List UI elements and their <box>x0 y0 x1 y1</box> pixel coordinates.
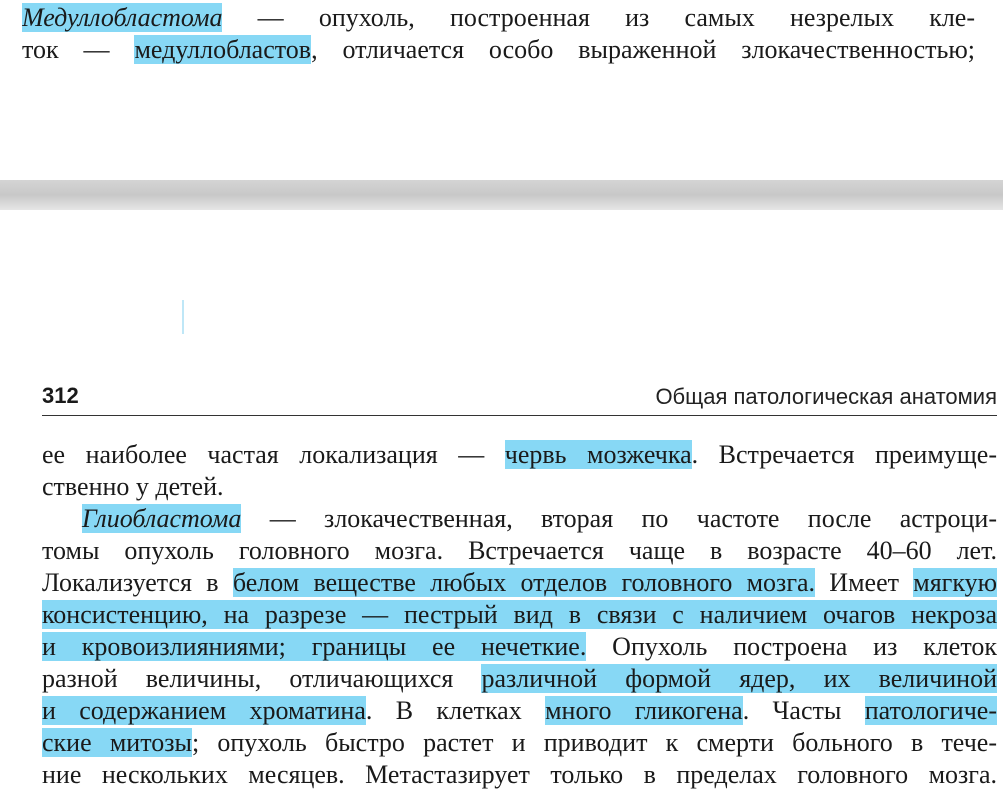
highlighted-text: ские митозы <box>42 728 192 757</box>
text-span: ; опухоль быстро растет и приводит к сме… <box>191 728 997 757</box>
section-title: Общая патологическая анатомия <box>655 384 997 409</box>
highlighted-text: мягкую <box>913 568 997 597</box>
text-span: разной величины, отличающихся <box>42 664 482 693</box>
text-line: томы опухоль головного мозга. Встречаетс… <box>42 535 997 567</box>
text-line: Глиобластома — злокачественная, вторая п… <box>42 503 997 535</box>
highlighted-text: медуллобластов <box>134 35 312 64</box>
highlighted-text: червь мозжечка <box>504 440 692 469</box>
highlighted-text: и кровоизлияниями; границы ее нечеткие. <box>42 632 587 661</box>
text-span: — злокачественная, вторая по частоте пос… <box>241 504 997 533</box>
text-line: Локализуется в белом веществе любых отде… <box>42 567 997 599</box>
text-span: Локализуется в <box>42 568 233 597</box>
text-line: ственно у детей. <box>42 471 997 503</box>
highlighted-text: консистенцию, на разрезе — пестрый вид в… <box>42 600 997 629</box>
text-span: ственно у детей. <box>42 472 224 501</box>
text-span: ние нескольких месяцев. Метастазирует то… <box>42 760 997 789</box>
highlighted-text: и содержанием хроматина <box>42 696 366 725</box>
text-span: ток — <box>22 35 135 64</box>
page-separator <box>0 180 1003 210</box>
text-line: Медуллобластома — опухоль, построенная и… <box>22 2 975 34</box>
text-span: . В клетках <box>365 696 546 725</box>
text-span: . Часты <box>742 696 865 725</box>
text-span: , отличается особо выраженной злокачеств… <box>311 35 975 64</box>
text-line: консистенцию, на разрезе — пестрый вид в… <box>42 599 997 631</box>
highlighted-text: патологиче- <box>864 696 997 725</box>
text-span: Опухоль построена из клеток <box>586 632 997 661</box>
highlighted-text: много гликогена <box>545 696 743 725</box>
text-span: — опухоль, построенная из самых незрелых… <box>222 3 975 32</box>
text-line: и кровоизлияниями; границы ее нечеткие. … <box>42 631 997 663</box>
text-line: ток — медуллобластов, отличается особо в… <box>22 34 975 66</box>
text-span: ее наиболее частая локализация — <box>42 440 505 469</box>
highlighted-text: различной формой ядер, их величиной <box>481 664 997 693</box>
page-number: 312 <box>42 383 79 408</box>
text-line: разной величины, отличающихся различной … <box>42 663 997 695</box>
text-span: . Встречается преимуще- <box>691 440 997 469</box>
text-line: ские митозы; опухоль быстро растет и при… <box>42 727 997 759</box>
highlighted-text: белом веществе любых отделов головного м… <box>232 568 816 597</box>
text-line: ние нескольких месяцев. Метастазирует то… <box>42 759 997 791</box>
text-span: томы опухоль головного мозга. Встречаетс… <box>42 536 997 565</box>
text-cursor <box>182 300 184 334</box>
text-span: Имеет <box>815 568 914 597</box>
previous-page-fragment: Медуллобластома — опухоль, построенная и… <box>22 2 975 74</box>
highlighted-term: Глиобластома <box>82 504 242 533</box>
highlighted-term: Медуллобластома <box>22 3 223 32</box>
text-line: ее наиболее частая локализация — червь м… <box>42 439 997 471</box>
running-header: 312 Общая патологическая анатомия <box>42 381 997 416</box>
text-line: и содержанием хроматина. В клетках много… <box>42 695 997 727</box>
page-body: ее наиболее частая локализация — червь м… <box>42 439 997 797</box>
